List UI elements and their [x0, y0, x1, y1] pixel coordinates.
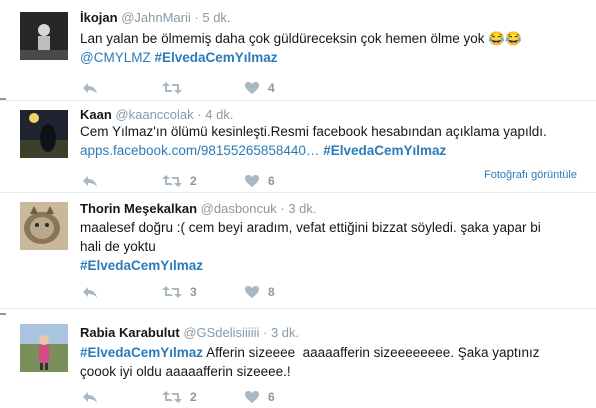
mention-link[interactable]: @CMYLMZ [80, 50, 151, 65]
external-link[interactable]: apps.facebook.com/98155265858440… [80, 143, 319, 158]
retweet-count: 2 [190, 174, 197, 188]
separator-dot: · [262, 325, 268, 340]
tweet-time[interactable]: 3 dk. [288, 201, 316, 216]
user-name[interactable]: Thorin Meşekalkan [80, 201, 197, 216]
like-button[interactable]: 4 [244, 80, 284, 96]
tweet-text-line: çoook iyi oldu aaaaafferin sizeeee.! [80, 364, 291, 379]
reply-icon [83, 83, 97, 94]
retweet-button[interactable] [162, 80, 202, 96]
reply-button[interactable] [82, 80, 102, 96]
separator-dot: · [280, 201, 285, 216]
tweet-header: Thorin Meşekalkan @dasboncuk · 3 dk. [80, 201, 317, 216]
tweet-header: Kaan @kaanccolak · 4 dk. [80, 107, 233, 122]
user-handle[interactable]: @kaanccolak [115, 107, 193, 122]
retweet-icon [162, 391, 182, 403]
tweet-text-line: maalesef doğru :( cem beyi aradım, vefat… [80, 220, 541, 235]
tweet-text: maalesef doğru :( cem beyi aradım, vefat… [80, 218, 590, 275]
tweet-time[interactable]: 3 dk. [271, 325, 299, 340]
avatar[interactable] [20, 202, 68, 250]
like-button[interactable]: 6 [244, 389, 284, 405]
tweet-text-line: hali de yoktu [80, 239, 156, 254]
separator-dot: · [194, 10, 199, 25]
tweet-4[interactable]: Rabia Karabulut @GSdelisiiiiii · 3 dk. #… [0, 316, 596, 408]
hashtag-link[interactable]: #ElvedaCemYılmaz [80, 345, 203, 360]
heart-icon [245, 391, 259, 403]
reply-button[interactable] [82, 389, 102, 405]
tweet-2[interactable]: Kaan @kaanccolak · 4 dk. Cem Yılmaz'ın ö… [0, 101, 596, 193]
avatar[interactable] [20, 12, 68, 60]
retweet-button[interactable]: 2 [162, 389, 202, 405]
tweet-text-line: #ElvedaCemYılmaz [80, 256, 590, 275]
heart-icon [245, 286, 259, 298]
tweet-text: Cem Yılmaz'ın ölümü kesinleşti.Resmi fac… [80, 122, 590, 160]
user-handle[interactable]: @GSdelisiiiiii [183, 325, 259, 340]
tweet-text-line: #ElvedaCemYılmaz Afferin sizeeee aaaaaff… [80, 343, 590, 362]
like-count: 6 [268, 174, 275, 188]
retweet-icon [162, 175, 182, 187]
like-count: 8 [268, 285, 275, 299]
avatar[interactable] [20, 324, 68, 372]
tweet-time[interactable]: 4 dk. [205, 107, 233, 122]
tweet-1[interactable]: İkojan @JahnMarii · 5 dk. Lan yalan be ö… [0, 0, 596, 101]
reply-icon [83, 176, 97, 187]
hashtag-link[interactable]: #ElvedaCemYılmaz [154, 50, 277, 65]
retweet-button[interactable]: 3 [162, 284, 202, 300]
avatar[interactable] [20, 110, 68, 158]
hashtag-link[interactable]: #ElvedaCemYılmaz [323, 143, 446, 158]
retweet-button[interactable]: 2 [162, 173, 202, 189]
user-name[interactable]: Rabia Karabulut [80, 325, 180, 340]
like-count: 6 [268, 390, 275, 404]
heart-icon [245, 82, 259, 94]
tweet-time[interactable]: 5 dk. [202, 10, 230, 25]
reply-icon [83, 287, 97, 298]
retweet-count: 2 [190, 390, 197, 404]
tweet-header: İkojan @JahnMarii · 5 dk. [80, 10, 231, 25]
tweet-text-line: Lan yalan be ölmemiş daha çok güldürecek… [80, 31, 522, 46]
hashtag-link[interactable]: #ElvedaCemYılmaz [80, 258, 203, 273]
retweet-icon [162, 82, 182, 94]
retweet-icon [162, 286, 182, 298]
reply-button[interactable] [82, 173, 102, 189]
divider [0, 313, 6, 315]
user-name[interactable]: İkojan [80, 10, 118, 25]
tweet-text-line: Cem Yılmaz'ın ölümü kesinleşti.Resmi fac… [80, 124, 547, 139]
like-count: 4 [268, 81, 275, 95]
reply-icon [83, 392, 97, 403]
tweet-text: #ElvedaCemYılmaz Afferin sizeeee aaaaaff… [80, 343, 590, 381]
heart-icon [245, 175, 259, 187]
user-name[interactable]: Kaan [80, 107, 112, 122]
view-photo-link[interactable]: Fotoğrafı görüntüle [484, 169, 577, 181]
retweet-count: 3 [190, 285, 197, 299]
tweet-header: Rabia Karabulut @GSdelisiiiiii · 3 dk. [80, 325, 299, 340]
like-button[interactable]: 8 [244, 284, 284, 300]
tweet-text: Lan yalan be ölmemiş daha çok güldürecek… [80, 29, 590, 67]
tweet-text-span: Afferin sizeeee aaaaafferin sizeeeeeeee.… [203, 345, 540, 360]
reply-button[interactable] [82, 284, 102, 300]
tweet-text-line: apps.facebook.com/98155265858440… #Elved… [80, 141, 590, 160]
user-handle[interactable]: @JahnMarii [121, 10, 191, 25]
like-button[interactable]: 6 [244, 173, 284, 189]
divider [0, 98, 6, 100]
separator-dot: · [197, 107, 202, 122]
user-handle[interactable]: @dasboncuk [201, 201, 277, 216]
tweet-text-line: @CMYLMZ #ElvedaCemYılmaz [80, 48, 590, 67]
tweet-3[interactable]: Thorin Meşekalkan @dasboncuk · 3 dk. maa… [0, 193, 596, 309]
